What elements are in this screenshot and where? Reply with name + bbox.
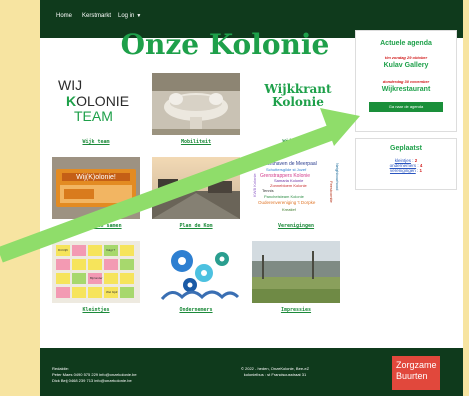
kleintjes-sticky-notes: Dit blijft Volgt ? Bijzonder Wel bijdr <box>52 241 140 303</box>
note-4: Wel bijdr <box>106 290 118 294</box>
placed-box: Geplaatst kleintjes : 2 ondernemers : 4 … <box>355 138 457 190</box>
verenigingen-wordcloud-art: Jachthaven de Meerpaal Schuttersgilde st… <box>252 161 340 212</box>
wijkkrant-logo: Wijkkrant Kolonie <box>252 73 340 135</box>
impressies-photo <box>252 241 340 303</box>
impressies-photo-art <box>252 241 340 303</box>
zorgzame-photo: Wij(K)olonie! <box>52 157 140 219</box>
tile-caption-plan-de-kom[interactable]: Plan de Kom <box>152 223 240 229</box>
word-5: Zonnebloem Kolonie <box>270 183 307 188</box>
zorgzame-buurten-badge[interactable]: Zorgzame Buurten <box>392 356 440 390</box>
kleintjes-notes-art: Dit blijft Volgt ? Bijzonder Wel bijdr <box>52 241 140 303</box>
tile-caption-wijkkrant[interactable]: Wijkkrant <box>252 139 340 145</box>
tile-caption-zorgzame[interactable]: Zorgzame en samen <box>52 223 140 229</box>
ondernemers-gears <box>152 241 240 303</box>
wijk-team-logo: WIJ KOLONIE TEAM <box>52 73 140 135</box>
agenda-box: Actuele agenda t/m zondag 29 oktober Kul… <box>355 30 457 132</box>
tile-caption-verenigingen[interactable]: Verenigingen <box>252 223 340 229</box>
note-3: Bijzonder <box>90 276 103 280</box>
caret-down-icon: ▼ <box>136 13 142 19</box>
mobiliteit-photo <box>152 73 240 135</box>
tile-caption-wijk-team[interactable]: Wijk team <box>52 139 140 145</box>
placed-title: Geplaatst <box>390 145 422 152</box>
placed-link-verenigingen[interactable]: verenigingen <box>390 168 416 173</box>
word-11: Feestcomite <box>329 181 334 204</box>
logo-olonie: OLONIE <box>76 93 130 109</box>
nav-home[interactable]: Home <box>56 13 72 19</box>
page: Home Kerstmarkt Log in ▼ Onze Kolonie WIJ… <box>40 0 463 396</box>
footer-left-line-3: Dick Beij 0468 239 713 info@onzekolonie.… <box>52 378 132 383</box>
plan-de-kom-photo <box>152 157 240 219</box>
agenda-title: Actuele agenda <box>380 40 432 47</box>
agenda-date-1: t/m zondag 29 oktober <box>384 55 428 60</box>
word-8: Ouderenvereniging 't Dorpke <box>258 200 316 205</box>
nav-kerstmarkt[interactable]: Kerstmarkt <box>82 13 111 19</box>
badge-line-1: Zorgzame <box>396 360 437 370</box>
ondernemers-gears-art <box>152 241 240 303</box>
nav-login[interactable]: Log in ▼ <box>118 13 141 19</box>
tile-caption-impressies[interactable]: Impressies <box>252 307 340 313</box>
verenigingen-wordcloud: Jachthaven de Meerpaal Schuttersgilde st… <box>252 157 340 219</box>
mobiliteit-photo-art <box>152 73 240 135</box>
word-12: Kreatief <box>282 207 297 212</box>
agenda-date-2: donderdag 30 november <box>382 79 430 84</box>
note-2: Volgt ? <box>106 248 116 252</box>
tile-caption-mobiliteit[interactable]: Mobiliteit <box>152 139 240 145</box>
logo-k: K <box>66 93 77 109</box>
word-7: Pancheisteam Kolonie <box>264 194 305 199</box>
tile-caption-kleintjes[interactable]: Kleintjes <box>52 307 140 313</box>
agenda-button[interactable]: Ga naar de agenda <box>369 102 443 112</box>
tile-caption-ondernemers[interactable]: Ondernemers <box>152 307 240 313</box>
wijkkrant-line-2: Kolonie <box>272 95 324 109</box>
word-6: Tennis <box>262 188 274 193</box>
placed-count-verenigingen: 1 <box>419 168 423 173</box>
nav-login-label: Log in <box>118 13 135 19</box>
badge-line-2: Buurten <box>396 371 428 381</box>
note-1: Dit blijft <box>58 248 68 252</box>
logo-line-wij: WIJ <box>58 77 83 93</box>
site-title: Onze Kolonie <box>120 28 330 61</box>
footer-copyright: © 2022 - heden, OnzeKolonie, Bee-eZ kolo… <box>210 366 340 378</box>
footer-contacts: Redaktie: Peter Maes 0490 575 229 info@o… <box>52 366 137 384</box>
agenda-event-1[interactable]: Kulav Gallery <box>356 62 456 69</box>
logo-line-kolonie: KOLONIE <box>66 93 129 109</box>
agenda-event-2[interactable]: Wijkrestaurant <box>356 86 456 93</box>
logo-line-team: TEAM <box>74 108 113 124</box>
footer-mid-line-2: kolonielbus : st Franciscusstraat 31 <box>243 372 307 377</box>
word-2: Schuttersgilde st Jozef <box>266 167 307 172</box>
zorgzame-label: Wij(K)olonie! <box>76 174 116 181</box>
word-10: Neighbourhood <box>335 163 340 190</box>
word-9: KWB Kolonie <box>252 173 257 197</box>
zorgzame-photo-art: Wij(K)olonie! <box>52 157 140 219</box>
wijkkrant-logo-text: Wijkkrant Kolonie <box>256 83 340 109</box>
plan-de-kom-photo-art <box>152 157 240 219</box>
placed-row-verenigingen: verenigingen : 1 <box>389 168 423 173</box>
footer: Redaktie: Peter Maes 0490 575 229 info@o… <box>40 348 463 396</box>
